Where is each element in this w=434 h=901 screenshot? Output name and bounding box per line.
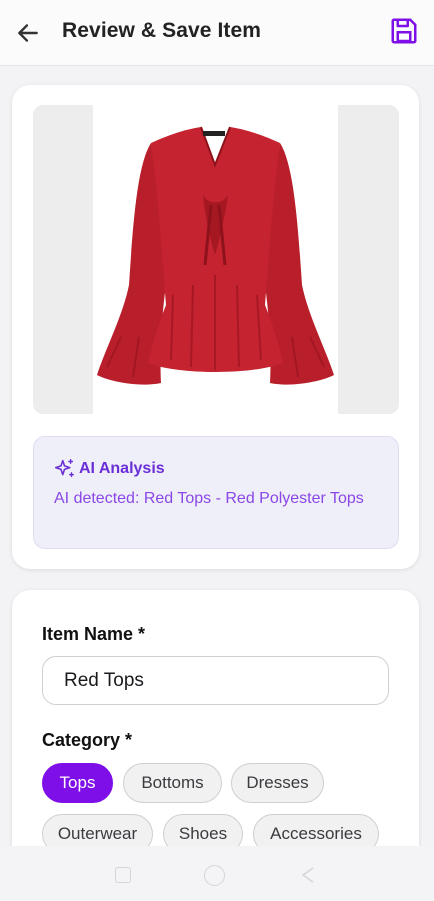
category-chip-bottoms[interactable]: Bottoms	[123, 763, 222, 803]
back-triangle-icon[interactable]	[298, 865, 318, 885]
item-photo	[93, 105, 338, 414]
floppy-disk-icon	[391, 18, 417, 44]
ai-analysis-box: AI Analysis AI detected: Red Tops - Red …	[33, 436, 399, 549]
ai-analysis-title: AI Analysis	[79, 459, 165, 477]
back-button[interactable]	[12, 17, 44, 49]
home-icon[interactable]	[204, 865, 225, 886]
recent-apps-icon[interactable]	[115, 867, 131, 883]
item-image-card: AI Analysis AI detected: Red Tops - Red …	[12, 85, 419, 569]
item-name-label: Item Name *	[42, 624, 146, 644]
save-button[interactable]	[388, 15, 420, 47]
page-title: Review & Save Item	[62, 19, 262, 42]
category-chip-tops[interactable]: Tops	[42, 763, 113, 803]
ai-analysis-text: AI detected: Red Tops - Red Polyester To…	[54, 490, 364, 507]
item-name-input[interactable]	[42, 656, 389, 705]
system-nav-bar	[0, 846, 434, 901]
app-header: Review & Save Item	[0, 0, 434, 66]
arrow-left-icon	[18, 24, 38, 42]
sparkles-icon	[54, 459, 74, 478]
item-image-frame[interactable]	[33, 105, 399, 414]
red-blouse-image	[97, 126, 334, 385]
category-label: Category *	[42, 730, 133, 750]
category-chip-dresses[interactable]: Dresses	[231, 763, 324, 803]
